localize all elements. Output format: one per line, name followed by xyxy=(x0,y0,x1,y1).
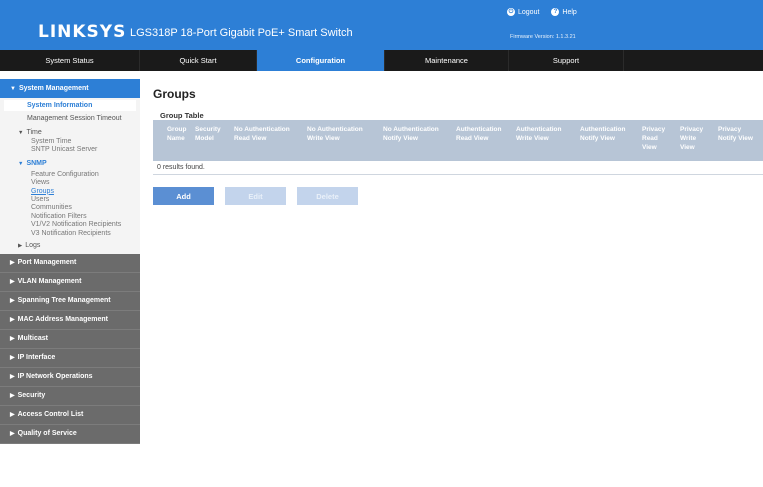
top-links: ⏻ Logout ? Help xyxy=(507,8,577,16)
sidebar-group-time[interactable]: ▼ Time xyxy=(0,128,140,138)
sidebar-section-ip-interface[interactable]: ▶ IP Interface xyxy=(0,348,140,368)
column-header[interactable]: Group Name xyxy=(153,120,191,161)
sidebar-group-label: SNMP xyxy=(26,159,47,167)
sidebar-group-snmp[interactable]: ▼ SNMP xyxy=(0,159,140,169)
sidebar-system-management-body: System Information Management Session Ti… xyxy=(0,98,140,254)
tab-maintenance[interactable]: Maintenance xyxy=(385,50,509,71)
power-icon: ⏻ xyxy=(507,8,515,16)
sidebar-item-management-session-timeout[interactable]: Management Session Timeout xyxy=(0,114,140,124)
sidebar-section-system-management[interactable]: ▼ System Management xyxy=(0,79,140,98)
sidebar-section-vlan-management[interactable]: ▶ VLAN Management xyxy=(0,272,140,292)
main-nav: System Status Quick Start Configuration … xyxy=(0,50,763,71)
table-header-row: Group Name Security Model No Authenticat… xyxy=(153,120,763,161)
sidebar-item-views[interactable]: Views xyxy=(0,179,140,187)
chevron-right-icon: ▶ xyxy=(10,298,15,305)
sidebar-item-system-time[interactable]: System Time xyxy=(0,138,140,146)
sidebar-item-notification-filters[interactable]: Notification Filters xyxy=(0,213,140,221)
linksys-logo: LINKSYS xyxy=(38,22,127,42)
sidebar-section-multicast[interactable]: ▶ Multicast xyxy=(0,329,140,349)
triangle-down-icon: ▼ xyxy=(18,130,24,136)
column-header[interactable]: Authentication Read View xyxy=(452,120,512,161)
sidebar-section-label: Security xyxy=(17,392,46,400)
column-header[interactable]: Privacy Write View xyxy=(676,120,714,161)
chevron-right-icon: ▶ xyxy=(10,393,15,400)
help-label: Help xyxy=(562,8,577,16)
chevron-right-icon: ▶ xyxy=(10,412,15,419)
edit-button[interactable]: Edit xyxy=(225,187,286,205)
sidebar-section-label: IP Interface xyxy=(17,354,56,362)
sidebar-item-communities[interactable]: Communities xyxy=(0,204,140,212)
sidebar-item-sntp-unicast-server[interactable]: SNTP Unicast Server xyxy=(0,146,140,154)
column-header[interactable]: Authentication Notify View xyxy=(576,120,638,161)
sidebar-section-access-control-list[interactable]: ▶ Access Control List xyxy=(0,405,140,425)
sidebar-item-feature-configuration[interactable]: Feature Configuration xyxy=(0,171,140,179)
table-title: Group Table xyxy=(160,111,204,120)
sidebar-group-label: Logs xyxy=(25,241,41,249)
sidebar-section-ip-network-operations[interactable]: ▶ IP Network Operations xyxy=(0,367,140,387)
group-table: Group Name Security Model No Authenticat… xyxy=(153,120,763,175)
firmware-version: Firmware Version: 1.1.3.21 xyxy=(510,34,576,40)
sidebar-section-spanning-tree-management[interactable]: ▶ Spanning Tree Management xyxy=(0,291,140,311)
chevron-right-icon: ▶ xyxy=(10,431,15,438)
logout-link[interactable]: ⏻ Logout xyxy=(507,8,539,16)
sidebar-section-label: Access Control List xyxy=(17,411,84,419)
triangle-down-icon: ▼ xyxy=(18,160,24,167)
tab-configuration[interactable]: Configuration xyxy=(257,50,385,71)
help-link[interactable]: ? Help xyxy=(551,8,577,16)
delete-button[interactable]: Delete xyxy=(297,187,358,205)
sidebar-section-port-management[interactable]: ▶ Port Management xyxy=(0,253,140,273)
empty-results-message: 0 results found. xyxy=(153,161,763,175)
sidebar: ▼ System Management System Information M… xyxy=(0,79,140,487)
column-header[interactable]: No Authentication Read View xyxy=(230,120,303,161)
tab-support[interactable]: Support xyxy=(509,50,624,71)
sidebar-item-users[interactable]: Users xyxy=(0,196,140,204)
sidebar-section-security[interactable]: ▶ Security xyxy=(0,386,140,406)
logout-label: Logout xyxy=(518,8,540,16)
chevron-down-icon: ▼ xyxy=(10,85,16,92)
triangle-right-icon: ▶ xyxy=(18,242,23,249)
chevron-right-icon: ▶ xyxy=(10,374,15,381)
column-header[interactable]: No Authentication Write View xyxy=(303,120,379,161)
header-bar: LINKSYS LGS318P 18-Port Gigabit PoE+ Sma… xyxy=(0,0,763,50)
column-header[interactable]: No Authentication Notify View xyxy=(379,120,452,161)
product-name: LGS318P 18-Port Gigabit PoE+ Smart Switc… xyxy=(130,27,353,39)
sidebar-item-groups[interactable]: Groups xyxy=(0,188,140,196)
sidebar-section-label: MAC Address Management xyxy=(17,316,108,324)
tab-quick-start[interactable]: Quick Start xyxy=(140,50,257,71)
sidebar-section-mac-address-management[interactable]: ▶ MAC Address Management xyxy=(0,310,140,330)
table-actions: Add Edit Delete xyxy=(153,187,358,205)
column-header[interactable]: Security Model xyxy=(191,120,230,161)
tab-system-status[interactable]: System Status xyxy=(0,50,140,71)
sidebar-group-label: Time xyxy=(26,129,42,136)
page-title: Groups xyxy=(153,87,196,101)
sidebar-section-quality-of-service[interactable]: ▶ Quality of Service xyxy=(0,424,140,444)
sidebar-item-v3-notification-recipients[interactable]: V3 Notification Recipients xyxy=(0,230,140,238)
sidebar-section-label: Multicast xyxy=(17,335,48,343)
column-header[interactable]: Privacy Read View xyxy=(638,120,676,161)
sidebar-item-system-information[interactable]: System Information xyxy=(4,100,136,111)
add-button[interactable]: Add xyxy=(153,187,214,205)
sidebar-section-label: System Management xyxy=(18,85,89,92)
sidebar-section-label: VLAN Management xyxy=(17,278,82,286)
chevron-right-icon: ▶ xyxy=(10,336,15,343)
chevron-right-icon: ▶ xyxy=(10,317,15,324)
chevron-right-icon: ▶ xyxy=(10,279,15,286)
help-icon: ? xyxy=(551,8,560,16)
sidebar-section-label: IP Network Operations xyxy=(17,373,93,381)
sidebar-section-label: Quality of Service xyxy=(17,430,77,438)
nav-filler xyxy=(624,50,763,71)
sidebar-item-v1v2-notification-recipients[interactable]: V1/V2 Notification Recipients xyxy=(0,221,140,229)
sidebar-section-label: Spanning Tree Management xyxy=(17,297,111,305)
chevron-right-icon: ▶ xyxy=(10,355,15,362)
column-header[interactable]: Privacy Notify View xyxy=(714,120,763,161)
chevron-right-icon: ▶ xyxy=(10,260,15,267)
column-header[interactable]: Authentication Write View xyxy=(512,120,576,161)
sidebar-section-label: Port Management xyxy=(17,259,77,267)
table-row: 0 results found. xyxy=(153,161,763,175)
sidebar-group-logs[interactable]: ▶ Logs xyxy=(0,240,140,251)
